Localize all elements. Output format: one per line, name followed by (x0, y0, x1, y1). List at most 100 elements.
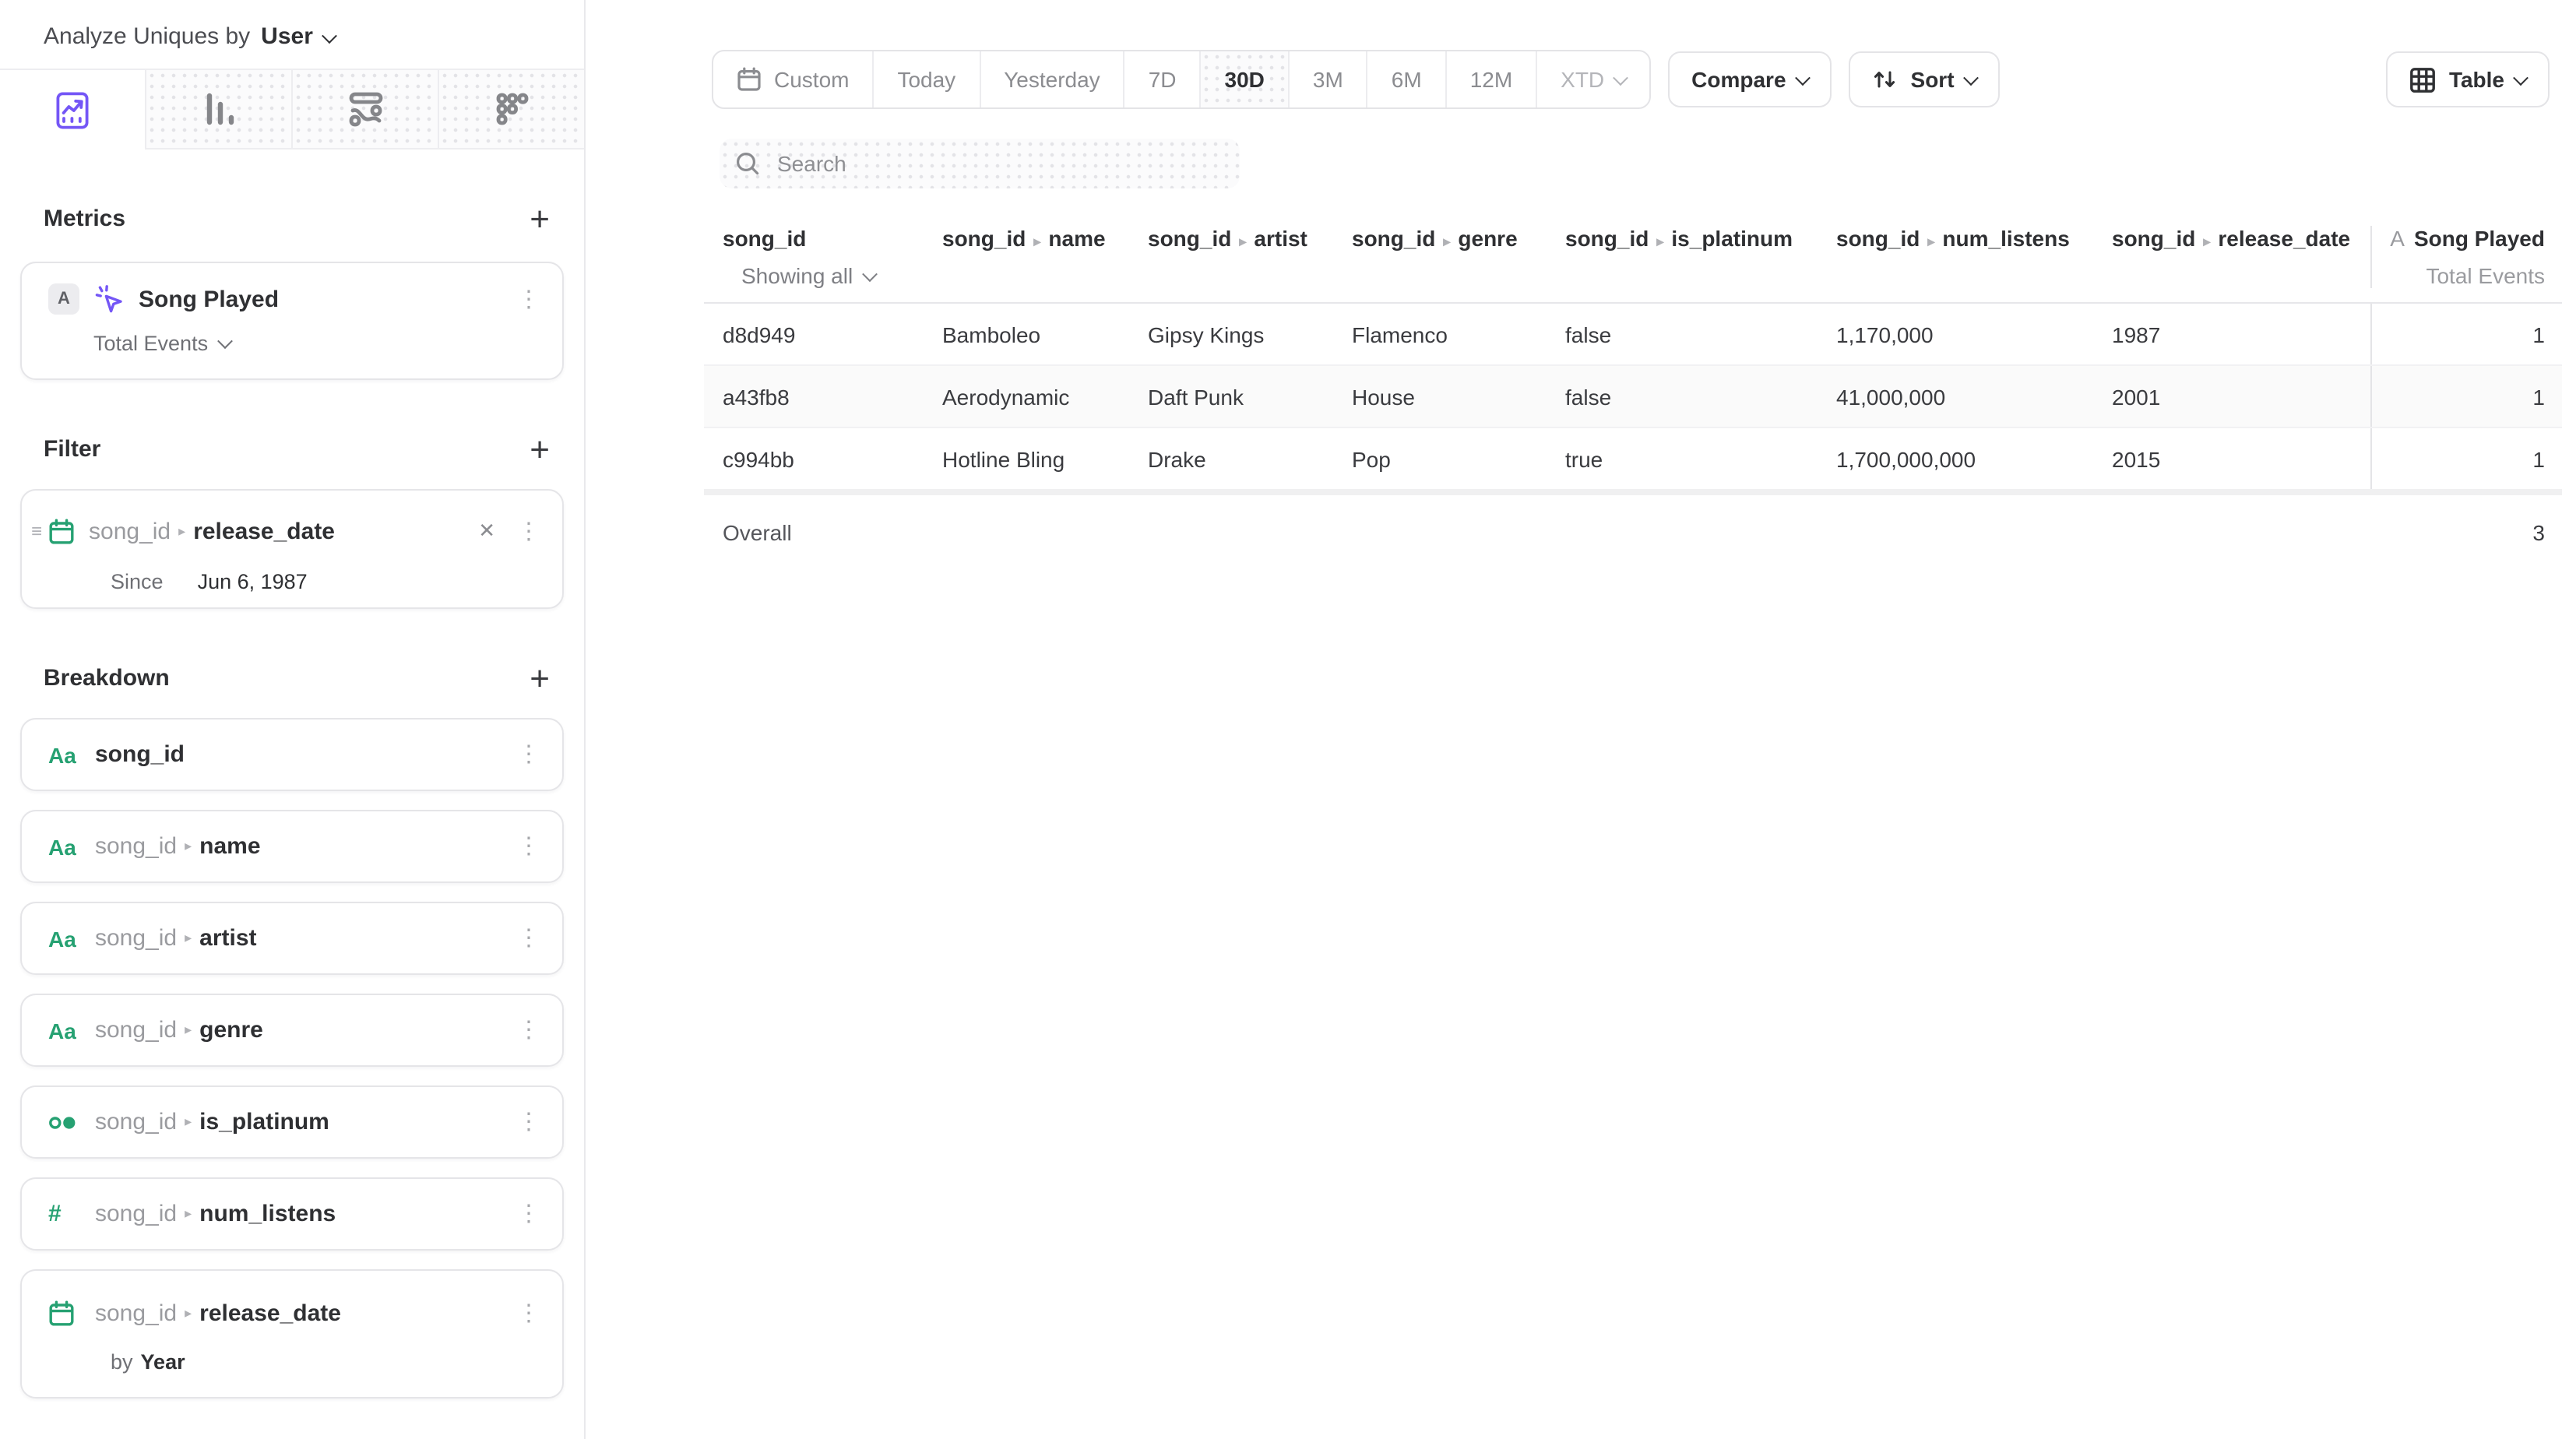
calendar-icon (737, 67, 762, 92)
breakdown-title: Breakdown (44, 665, 170, 691)
breakdown-menu-button[interactable]: ⋮ (517, 1110, 540, 1134)
filter-section-header: Filter + (44, 436, 553, 463)
date-range-3m[interactable]: 3M (1290, 51, 1368, 107)
date-range-7d[interactable]: 7D (1125, 51, 1202, 107)
remove-filter-button[interactable]: ✕ (478, 519, 495, 544)
overall-label: Overall (704, 519, 924, 544)
date-range-12m[interactable]: 12M (1447, 51, 1537, 107)
filter-title: Filter (44, 436, 100, 463)
chart-type-tabs (0, 69, 584, 150)
date-range-xtd[interactable]: XTD (1537, 51, 1649, 107)
arrow-right-icon: ▸ (185, 1205, 192, 1223)
search-icon (735, 151, 760, 176)
date-range-30d[interactable]: 30D (1202, 51, 1290, 107)
pivot-icon (494, 92, 529, 126)
arrow-right-icon: ▸ (178, 522, 185, 540)
text-property-icon: Aa (48, 1018, 76, 1043)
search-input[interactable] (774, 150, 1185, 178)
table-search[interactable] (720, 139, 1240, 188)
column-header[interactable]: song_id▸artist (1129, 226, 1333, 288)
breakdown-card[interactable]: Aa song_id ▸ artist ⋮ (20, 902, 564, 975)
text-property-icon: Aa (48, 834, 76, 859)
breakdown-menu-button[interactable]: ⋮ (517, 1019, 540, 1042)
add-filter-button[interactable]: + (526, 438, 553, 460)
date-range-custom[interactable]: Custom (713, 51, 874, 107)
tab-flow[interactable] (293, 70, 439, 150)
add-breakdown-button[interactable]: + (526, 667, 553, 689)
table-row[interactable]: a43fb8Aerodynamic Daft PunkHouse false41… (704, 366, 2562, 428)
table-row[interactable]: d8d949Bamboleo Gipsy KingsFlamenco false… (704, 304, 2562, 366)
column-header[interactable]: song_id▸release_date (2093, 226, 2370, 288)
arrow-right-icon: ▸ (1443, 234, 1450, 249)
bar-chart-icon (202, 90, 236, 128)
breakdown-property-name: genre (199, 1017, 263, 1043)
breakdown-date-unit-dropdown[interactable]: byYear (22, 1350, 562, 1374)
sort-button[interactable]: Sort (1849, 51, 2000, 107)
arrow-right-icon: ▸ (185, 1304, 192, 1321)
tab-bar-chart[interactable] (146, 70, 293, 150)
date-range-today[interactable]: Today (874, 51, 980, 107)
column-header[interactable]: song_id▸num_listens (1818, 226, 2093, 288)
chevron-down-icon (322, 28, 337, 44)
breakdown-card[interactable]: Aa song_id ⋮ (20, 718, 564, 791)
boolean-property-icon (48, 1113, 86, 1131)
filter-operator-dropdown[interactable]: Since (111, 570, 164, 593)
breakdown-card[interactable]: # song_id ▸ num_listens ⋮ (20, 1177, 564, 1251)
breakdown-menu-button[interactable]: ⋮ (517, 927, 540, 950)
date-range-yesterday[interactable]: Yesterday (980, 51, 1125, 107)
breakdown-property-name: release_date (199, 1300, 341, 1326)
filter-card[interactable]: ≡ song_id ▸ release_date ✕ ⋮ Since Jun 6… (20, 489, 564, 609)
table-grid-icon (2410, 66, 2437, 93)
overall-row: Overall 3 (704, 495, 2562, 568)
metric-column-header[interactable]: ASong Played Total Events (2370, 226, 2562, 288)
metric-aggregation-dropdown[interactable]: Total Events (22, 332, 562, 355)
breakdown-menu-button[interactable]: ⋮ (517, 743, 540, 766)
text-property-icon: Aa (48, 926, 76, 951)
view-type-button[interactable]: Table (2387, 51, 2550, 107)
breakdown-property-name: name (199, 833, 260, 860)
breakdown-section-header: Breakdown + (44, 665, 553, 691)
results-table: song_id Showing all song_id▸name song_id… (704, 210, 2562, 568)
column-header[interactable]: song_id▸genre (1333, 226, 1547, 288)
analyze-entity-dropdown[interactable]: User (261, 23, 335, 50)
date-range-6m[interactable]: 6M (1368, 51, 1447, 107)
arrow-right-icon: ▸ (1239, 234, 1246, 249)
column-header[interactable]: song_id Showing all (704, 226, 924, 288)
calendar-icon (48, 1300, 86, 1326)
breakdown-card[interactable]: Aa song_id ▸ genre ⋮ (20, 994, 564, 1067)
chevron-down-icon (1613, 69, 1628, 85)
chevron-down-icon (1963, 69, 1979, 85)
column-header[interactable]: song_id▸name (924, 226, 1129, 288)
metrics-title: Metrics (44, 206, 125, 232)
filter-menu-button[interactable]: ⋮ (517, 519, 540, 543)
metric-name: Song Played (139, 286, 279, 312)
insights-report: Analyze Uniques by User (0, 0, 2576, 1439)
showing-all-dropdown[interactable]: Showing all (741, 263, 924, 288)
breakdown-card[interactable]: song_id ▸ release_date ⋮ byYear (20, 1269, 564, 1399)
chevron-down-icon (2513, 69, 2528, 85)
breakdown-card[interactable]: song_id ▸ is_platinum ⋮ (20, 1085, 564, 1159)
tab-line-chart[interactable] (0, 70, 146, 150)
arrow-right-icon: ▸ (1656, 234, 1663, 249)
drag-handle[interactable]: ≡ (31, 520, 40, 542)
tab-pivot[interactable] (439, 70, 584, 150)
arrow-right-icon: ▸ (185, 1114, 192, 1131)
query-sidebar: Analyze Uniques by User (0, 0, 586, 1439)
breakdown-menu-button[interactable]: ⋮ (517, 1301, 540, 1325)
metric-card[interactable]: A Song Played ⋮ Total Events (20, 262, 564, 380)
breakdown-menu-button[interactable]: ⋮ (517, 835, 540, 858)
breakdown-card[interactable]: Aa song_id ▸ name ⋮ (20, 810, 564, 883)
filter-value[interactable]: Jun 6, 1987 (198, 570, 308, 593)
add-metric-button[interactable]: + (526, 208, 553, 230)
table-row[interactable]: c994bbHotline Bling DrakePop true1,700,0… (704, 428, 2562, 495)
breakdown-menu-button[interactable]: ⋮ (517, 1202, 540, 1226)
number-property-icon: # (48, 1201, 62, 1227)
calendar-icon (48, 518, 75, 544)
date-range-control: Custom Today Yesterday 7D 30D 3M 6M 12M … (712, 50, 1651, 109)
column-header[interactable]: song_id▸is_platinum (1547, 226, 1818, 288)
event-cursor-icon (95, 284, 125, 314)
report-main: Custom Today Yesterday 7D 30D 3M 6M 12M … (586, 0, 2576, 1439)
metric-menu-button[interactable]: ⋮ (517, 287, 540, 311)
compare-button[interactable]: Compare (1668, 51, 1831, 107)
analyze-header: Analyze Uniques by User (0, 0, 584, 50)
